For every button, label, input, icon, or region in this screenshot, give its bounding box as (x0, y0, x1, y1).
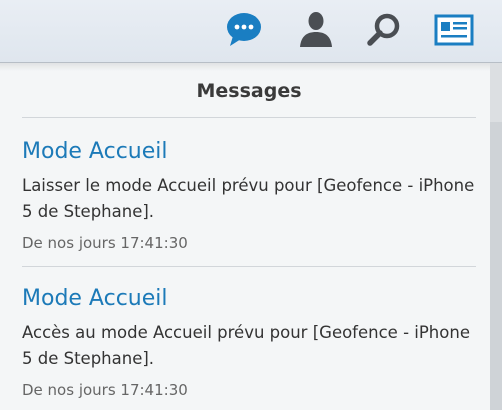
message-timestamp: De nos jours 17:41:30 (22, 234, 188, 252)
header-divider (22, 117, 476, 118)
messages-button[interactable] (224, 10, 264, 50)
message-body: Accès au mode Accueil prévu pour [Geofen… (22, 323, 470, 368)
message-title[interactable]: Mode Accueil (22, 138, 168, 166)
message-title[interactable]: Mode Accueil (22, 285, 168, 313)
user-button[interactable] (296, 10, 336, 50)
panel-shadow (0, 63, 490, 71)
message-timestamp: De nos jours 17:41:30 (22, 381, 188, 399)
search-button[interactable] (364, 10, 404, 50)
user-icon (300, 12, 332, 47)
message-divider (22, 266, 476, 267)
id-card-icon (434, 14, 474, 46)
scrollbar-thumb[interactable] (490, 122, 502, 410)
search-icon (367, 13, 400, 46)
message-body: Laisser le mode Accueil prévu pour [Geof… (22, 176, 475, 221)
id-card-button[interactable] (434, 10, 474, 50)
chat-bubble-icon (227, 13, 261, 46)
panel-title: Messages (196, 80, 302, 102)
top-toolbar (0, 0, 502, 63)
